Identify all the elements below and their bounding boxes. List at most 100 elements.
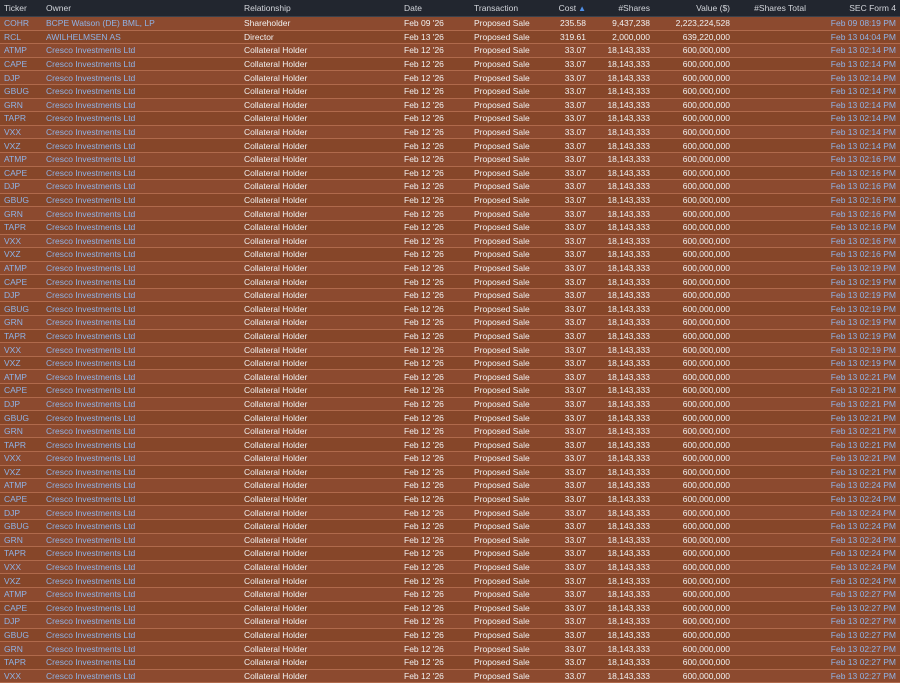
ticker-link[interactable]: VXZ bbox=[0, 573, 42, 588]
owner-link[interactable]: Cresco Investments Ltd bbox=[42, 437, 240, 452]
ticker-link[interactable]: TAPR bbox=[0, 546, 42, 561]
table-row[interactable]: DJP Cresco Investments Ltd Collateral Hold… bbox=[0, 397, 900, 412]
ticker-link[interactable]: DJP bbox=[0, 179, 42, 194]
table-row[interactable]: GBUG Cresco Investments Ltd Collateral Hol… bbox=[0, 410, 900, 425]
sec-form-link[interactable]: Feb 13 02:14 PM bbox=[810, 70, 900, 85]
sort-descending-icon[interactable]: ▲ bbox=[578, 4, 586, 13]
owner-link[interactable]: Cresco Investments Ltd bbox=[42, 315, 240, 330]
table-row[interactable]: VXX Cresco Investments Ltd Collateral Hold… bbox=[0, 669, 900, 683]
owner-link[interactable]: Cresco Investments Ltd bbox=[42, 641, 240, 656]
ticker-link[interactable]: GRN bbox=[0, 98, 42, 113]
ticker-link[interactable]: GRN bbox=[0, 315, 42, 330]
col-date[interactable]: Date bbox=[400, 0, 470, 17]
ticker-link[interactable]: ATMP bbox=[0, 43, 42, 58]
table-row[interactable]: ATMP Cresco Investments Ltd Collateral Hol… bbox=[0, 369, 900, 385]
owner-link[interactable]: Cresco Investments Ltd bbox=[42, 669, 240, 683]
col-ticker[interactable]: Ticker bbox=[0, 0, 42, 17]
owner-link[interactable]: Cresco Investments Ltd bbox=[42, 43, 240, 58]
ticker-link[interactable]: RCL bbox=[0, 30, 42, 45]
sec-form-link[interactable]: Feb 13 02:21 PM bbox=[810, 383, 900, 398]
owner-link[interactable]: Cresco Investments Ltd bbox=[42, 247, 240, 262]
ticker-link[interactable]: DJP bbox=[0, 288, 42, 303]
ticker-link[interactable]: VXX bbox=[0, 125, 42, 140]
sec-form-link[interactable]: Feb 13 02:21 PM bbox=[810, 369, 900, 385]
table-row[interactable]: GBUG Cresco Investments Ltd Collateral Hol… bbox=[0, 628, 900, 643]
ticker-link[interactable]: DJP bbox=[0, 505, 42, 520]
ticker-link[interactable]: GRN bbox=[0, 533, 42, 548]
owner-link[interactable]: Cresco Investments Ltd bbox=[42, 451, 240, 466]
ticker-link[interactable]: GRN bbox=[0, 641, 42, 656]
table-row[interactable]: VXZ Cresco Investments Ltd Collateral Hold… bbox=[0, 465, 900, 480]
table-row[interactable]: GRN Cresco Investments Ltd Collateral Hold… bbox=[0, 98, 900, 113]
sec-form-link[interactable]: Feb 13 02:14 PM bbox=[810, 111, 900, 126]
col-cost[interactable]: Cost ▲ bbox=[540, 0, 590, 17]
sec-form-link[interactable]: Feb 13 02:16 PM bbox=[810, 193, 900, 208]
sec-form-link[interactable]: Feb 13 02:14 PM bbox=[810, 43, 900, 58]
ticker-link[interactable]: GBUG bbox=[0, 84, 42, 99]
owner-link[interactable]: Cresco Investments Ltd bbox=[42, 519, 240, 534]
ticker-link[interactable]: VXZ bbox=[0, 465, 42, 480]
owner-link[interactable]: BCPE Watson (DE) BML, LP bbox=[42, 16, 240, 31]
owner-link[interactable]: Cresco Investments Ltd bbox=[42, 301, 240, 317]
ticker-link[interactable]: VXX bbox=[0, 234, 42, 249]
table-row[interactable]: TAPR Cresco Investments Ltd Collateral Hol… bbox=[0, 111, 900, 126]
table-row[interactable]: VXZ Cresco Investments Ltd Collateral Hold… bbox=[0, 356, 900, 371]
table-row[interactable]: CAPE Cresco Investments Ltd Collateral Hol… bbox=[0, 274, 900, 289]
ticker-link[interactable]: GBUG bbox=[0, 628, 42, 643]
ticker-link[interactable]: GBUG bbox=[0, 301, 42, 317]
table-row[interactable]: ATMP Cresco Investments Ltd Collateral Hol… bbox=[0, 43, 900, 58]
ticker-link[interactable]: ATMP bbox=[0, 261, 42, 276]
sec-form-link[interactable]: Feb 13 02:27 PM bbox=[810, 669, 900, 683]
table-row[interactable]: DJP Cresco Investments Ltd Collateral Hold… bbox=[0, 288, 900, 303]
table-row[interactable]: VXZ Cresco Investments Ltd Collateral Hold… bbox=[0, 247, 900, 262]
table-row[interactable]: VXX Cresco Investments Ltd Collateral Hold… bbox=[0, 560, 900, 575]
ticker-link[interactable]: VXX bbox=[0, 669, 42, 683]
col-transaction[interactable]: Transaction bbox=[470, 0, 540, 17]
owner-link[interactable]: Cresco Investments Ltd bbox=[42, 111, 240, 126]
col-shares-total[interactable]: #Shares Total bbox=[734, 0, 810, 17]
sec-form-link[interactable]: Feb 13 02:27 PM bbox=[810, 601, 900, 616]
table-row[interactable]: TAPR Cresco Investments Ltd Collateral Hol… bbox=[0, 220, 900, 235]
owner-link[interactable]: Cresco Investments Ltd bbox=[42, 234, 240, 249]
ticker-link[interactable]: DJP bbox=[0, 70, 42, 85]
owner-link[interactable]: Cresco Investments Ltd bbox=[42, 383, 240, 398]
sec-form-link[interactable]: Feb 13 02:24 PM bbox=[810, 505, 900, 520]
owner-link[interactable]: Cresco Investments Ltd bbox=[42, 492, 240, 507]
table-row[interactable]: GRN Cresco Investments Ltd Collateral Hold… bbox=[0, 424, 900, 439]
owner-link[interactable]: Cresco Investments Ltd bbox=[42, 397, 240, 412]
ticker-link[interactable]: TAPR bbox=[0, 111, 42, 126]
owner-link[interactable]: Cresco Investments Ltd bbox=[42, 560, 240, 575]
owner-link[interactable]: Cresco Investments Ltd bbox=[42, 424, 240, 439]
ticker-link[interactable]: TAPR bbox=[0, 220, 42, 235]
sec-form-link[interactable]: Feb 13 02:24 PM bbox=[810, 573, 900, 588]
sec-form-link[interactable]: Feb 13 02:27 PM bbox=[810, 614, 900, 629]
ticker-link[interactable]: GRN bbox=[0, 424, 42, 439]
sec-form-link[interactable]: Feb 13 02:16 PM bbox=[810, 152, 900, 167]
sec-form-link[interactable]: Feb 13 02:19 PM bbox=[810, 329, 900, 344]
owner-link[interactable]: Cresco Investments Ltd bbox=[42, 573, 240, 588]
table-row[interactable]: TAPR Cresco Investments Ltd Collateral Hol… bbox=[0, 546, 900, 561]
table-row[interactable]: RCL AWILHELMSEN AS Director Feb 13 '26 Propo… bbox=[0, 30, 900, 45]
ticker-link[interactable]: GRN bbox=[0, 206, 42, 221]
owner-link[interactable]: Cresco Investments Ltd bbox=[42, 138, 240, 153]
sec-form-link[interactable]: Feb 13 02:24 PM bbox=[810, 533, 900, 548]
owner-link[interactable]: Cresco Investments Ltd bbox=[42, 125, 240, 140]
ticker-link[interactable]: VXX bbox=[0, 342, 42, 357]
owner-link[interactable]: Cresco Investments Ltd bbox=[42, 70, 240, 85]
ticker-link[interactable]: CAPE bbox=[0, 601, 42, 616]
table-row[interactable]: ATMP Cresco Investments Ltd Collateral Hol… bbox=[0, 478, 900, 493]
ticker-link[interactable]: CAPE bbox=[0, 57, 42, 72]
table-row[interactable]: DJP Cresco Investments Ltd Collateral Hold… bbox=[0, 614, 900, 629]
sec-form-link[interactable]: Feb 13 02:14 PM bbox=[810, 57, 900, 72]
ticker-link[interactable]: VXZ bbox=[0, 356, 42, 371]
ticker-link[interactable]: ATMP bbox=[0, 152, 42, 167]
ticker-link[interactable]: CAPE bbox=[0, 274, 42, 289]
sec-form-link[interactable]: Feb 13 02:14 PM bbox=[810, 84, 900, 99]
table-row[interactable]: VXZ Cresco Investments Ltd Collateral Hold… bbox=[0, 138, 900, 153]
col-shares[interactable]: #Shares bbox=[590, 0, 654, 17]
owner-link[interactable]: Cresco Investments Ltd bbox=[42, 274, 240, 289]
table-row[interactable]: CAPE Cresco Investments Ltd Collateral Hol… bbox=[0, 601, 900, 616]
table-row[interactable]: GBUG Cresco Investments Ltd Collateral Hol… bbox=[0, 84, 900, 99]
ticker-link[interactable]: GBUG bbox=[0, 410, 42, 425]
ticker-link[interactable]: DJP bbox=[0, 614, 42, 629]
